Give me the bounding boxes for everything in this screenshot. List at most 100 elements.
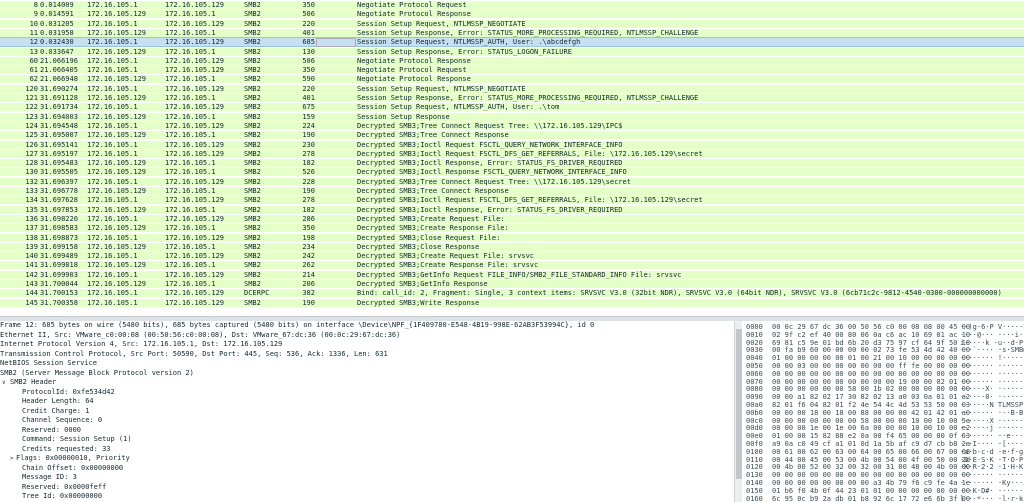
- packet-destination: 172.16.105.129: [165, 149, 225, 158]
- packet-time: 0.031205: [40, 19, 74, 28]
- packet-row[interactable]: 123 31.694003 172.16.105.129 172.16.105.1 SM…: [0, 112, 1024, 121]
- packet-length: 224: [302, 121, 315, 130]
- detail-tree-item[interactable]: Command: Session Setup (1): [0, 435, 734, 445]
- packet-source: 172.16.105.129: [87, 94, 147, 102]
- packet-row[interactable]: 143 31.700044 172.16.105.129 172.16.105.1 SM…: [0, 280, 1024, 288]
- packet-row[interactable]: 134 31.697628 172.16.105.1 172.16.105.129 SM…: [0, 196, 1024, 205]
- selected-packet-row[interactable]: 12 0.032430 172.16.105.1 172.16.105.129 SMB2…: [0, 37, 1024, 48]
- packet-destination: 172.16.105.129: [165, 233, 225, 242]
- detail-tree-item[interactable]: ProtocolId: 0xfe534d42: [0, 388, 734, 398]
- packet-row[interactable]: 120 31.690274 172.16.105.1 172.16.105.129 SM…: [0, 84, 1024, 93]
- packet-number: 122: [25, 103, 38, 112]
- hex-row[interactable]: 0160 6c 95 0c b9 2a db 01 b8 92 6c 17 72 …: [742, 495, 1024, 502]
- hex-offset: 0160: [746, 494, 763, 502]
- packet-row[interactable]: 13 0.033647 172.16.105.129 172.16.105.1 SMB2…: [0, 47, 1024, 56]
- packet-length: 206: [302, 280, 315, 288]
- packet-row[interactable]: 133 31.696778 172.16.105.129 172.16.105.1 SM…: [0, 187, 1024, 195]
- packet-time: 31.694548: [40, 121, 78, 130]
- detail-text: Credits requested: 33: [22, 444, 111, 453]
- detail-tree-item[interactable]: Internet Protocol Version 4, Src: 172.16…: [0, 340, 734, 350]
- detail-tree-item[interactable]: Header Length: 64: [0, 397, 734, 407]
- detail-tree-item[interactable]: Frame 12: 685 bytes on wire (5480 bits),…: [0, 321, 734, 331]
- packet-bytes-pane[interactable]: 0000 00 0c 29 67 dc 36 00 50 56 c0 00 08 …: [742, 321, 1024, 502]
- packet-details-tree[interactable]: Frame 12: 685 bytes on wire (5480 bits),…: [0, 321, 734, 502]
- detail-text: Message ID: 3: [22, 473, 77, 481]
- packet-time: 0.032430: [40, 38, 74, 47]
- packet-row[interactable]: 8 0.014009 172.16.105.1 172.16.105.129 SMB2 3…: [0, 1, 1024, 9]
- packet-time: 31.699903: [40, 270, 78, 279]
- packet-row[interactable]: 10 0.031205 172.16.105.1 172.16.105.129 SMB2…: [0, 19, 1024, 28]
- packet-row[interactable]: 128 31.695483 172.16.105.129 172.16.105.1 SM…: [0, 159, 1024, 168]
- packet-time: 21.066405: [40, 66, 78, 75]
- detail-tree-item[interactable]: Tree Id: 0x00000000: [0, 492, 734, 502]
- packet-source: 172.16.105.1: [87, 66, 138, 75]
- detail-tree-item[interactable]: Channel Sequence: 0: [0, 416, 734, 426]
- packet-number: 142: [25, 270, 38, 279]
- packet-time: 31.698220: [40, 214, 78, 223]
- detail-tree-item[interactable]: Transmission Control Protocol, Src Port:…: [0, 350, 734, 360]
- detail-tree-item[interactable]: Credits requested: 33: [0, 445, 734, 455]
- detail-tree-item[interactable]: SMB2 (Server Message Block Protocol vers…: [0, 369, 734, 379]
- packet-destination: 172.16.105.129: [165, 103, 225, 112]
- detail-tree-item[interactable]: > Flags: 0x00000010, Priority: [0, 454, 734, 464]
- packet-row[interactable]: 137 31.698583 172.16.105.129 172.16.105.1 SM…: [0, 224, 1024, 233]
- packet-protocol: SMB2: [244, 28, 261, 37]
- packet-info: Decrypted SMB3;Close Response: [357, 242, 480, 251]
- packet-number: 135: [25, 205, 38, 214]
- packet-row[interactable]: 127 31.695197 172.16.105.1 172.16.105.129 SM…: [0, 149, 1024, 158]
- packet-row[interactable]: 139 31.699158 172.16.105.129 172.16.105.1 SM…: [0, 242, 1024, 251]
- packet-row[interactable]: 142 31.699903 172.16.105.1 172.16.105.129 SM…: [0, 270, 1024, 279]
- packet-row[interactable]: 122 31.691734 172.16.105.1 172.16.105.129 SM…: [0, 103, 1024, 112]
- packet-row[interactable]: 135 31.697853 172.16.105.129 172.16.105.1 SM…: [0, 205, 1024, 214]
- packet-destination: 172.16.105.1: [165, 75, 216, 84]
- packet-row[interactable]: 145 31.700358 172.16.105.1 172.16.105.129 SM…: [0, 298, 1024, 307]
- packet-destination: 172.16.105.129: [165, 19, 225, 28]
- packet-number: 132: [25, 177, 38, 186]
- packet-protocol: SMB2: [244, 214, 261, 223]
- detail-tree-item[interactable]: Chain Offset: 0x00000000: [0, 464, 734, 474]
- packet-list[interactable]: 8 0.014009 172.16.105.1 172.16.105.129 SMB2 3…: [0, 0, 1024, 308]
- packet-row[interactable]: 125 31.695007 172.16.105.129 172.16.105.1 SM…: [0, 131, 1024, 140]
- detail-tree-item[interactable]: NetBIOS Session Service: [0, 359, 734, 369]
- packet-row[interactable]: 136 31.698220 172.16.105.1 172.16.105.129 SM…: [0, 214, 1024, 223]
- packet-info: Session Setup Response, Error: STATUS_LO…: [357, 47, 572, 56]
- packet-row[interactable]: 11 0.031958 172.16.105.129 172.16.105.1 SMB2…: [0, 28, 1024, 37]
- detail-tree-item[interactable]: Reserved: 0000: [0, 426, 734, 436]
- packet-length: 350: [302, 1, 315, 9]
- packet-source: 172.16.105.1: [87, 38, 138, 47]
- packet-protocol: SMB2: [244, 298, 261, 307]
- detail-text: Transmission Control Protocol, Src Port:…: [0, 349, 388, 358]
- packet-info: Decrypted SMB3;Create Request File:: [357, 214, 505, 223]
- packet-info: Session Setup Request, NTLMSSP_NEGOTIATE: [357, 19, 526, 28]
- packet-row[interactable]: 141 31.699818 172.16.105.129 172.16.105.1 SM…: [0, 261, 1024, 270]
- packet-row[interactable]: 61 21.066405 172.16.105.1 172.16.105.129 SMB…: [0, 66, 1024, 75]
- packet-length: 506: [302, 56, 315, 65]
- packet-row[interactable]: 130 31.695505 172.16.105.129 172.16.105.1 SM…: [0, 168, 1024, 177]
- packet-row[interactable]: 144 31.700153 172.16.105.1 172.16.105.129 DC…: [0, 289, 1024, 298]
- detail-tree-item[interactable]: Reserved: 0x0000feff: [0, 483, 734, 493]
- packet-row[interactable]: 140 31.699489 172.16.105.1 172.16.105.129 SM…: [0, 252, 1024, 261]
- packet-destination: 172.16.105.1: [165, 224, 216, 233]
- packet-row[interactable]: 60 21.066196 172.16.105.1 172.16.105.129 SMB…: [0, 56, 1024, 65]
- expand-arrow-icon[interactable]: >: [10, 454, 14, 464]
- packet-time: 31.700153: [40, 289, 78, 298]
- packet-destination: 172.16.105.129: [165, 289, 225, 298]
- detail-tree-item[interactable]: Credit Charge: 1: [0, 407, 734, 417]
- packet-row[interactable]: 126 31.695141 172.16.105.1 172.16.105.129 SM…: [0, 140, 1024, 149]
- detail-text: Command: Session Setup (1): [22, 435, 132, 443]
- packet-row[interactable]: 62 21.066948 172.16.105.129 172.16.105.1 SMB…: [0, 75, 1024, 84]
- packet-row[interactable]: 124 31.694548 172.16.105.1 172.16.105.129 SM…: [0, 121, 1024, 130]
- packet-row[interactable]: 121 31.691128 172.16.105.129 172.16.105.1 SM…: [0, 94, 1024, 102]
- detail-tree-item[interactable]: Message ID: 3: [0, 473, 734, 483]
- packet-row[interactable]: 138 31.698873 172.16.105.1 172.16.105.129 SM…: [0, 233, 1024, 242]
- packet-protocol: SMB2: [244, 94, 261, 102]
- detail-text: ProtocolId: 0xfe534d42: [22, 387, 115, 396]
- packet-destination: 172.16.105.129: [165, 177, 225, 186]
- packet-row[interactable]: 9 0.014591 172.16.105.129 172.16.105.1 SMB2 5…: [0, 10, 1024, 19]
- packet-protocol: SMB2: [244, 75, 261, 84]
- detail-tree-item[interactable]: Ethernet II, Src: VMware_c0:00:08 (00:50…: [0, 331, 734, 341]
- detail-tree-item[interactable]: ∨ SMB2 Header: [0, 378, 734, 388]
- collapse-arrow-icon[interactable]: ∨: [2, 378, 6, 388]
- packet-destination: 172.16.105.129: [165, 38, 225, 47]
- packet-row[interactable]: 132 31.696397 172.16.105.1 172.16.105.129 SM…: [0, 177, 1024, 186]
